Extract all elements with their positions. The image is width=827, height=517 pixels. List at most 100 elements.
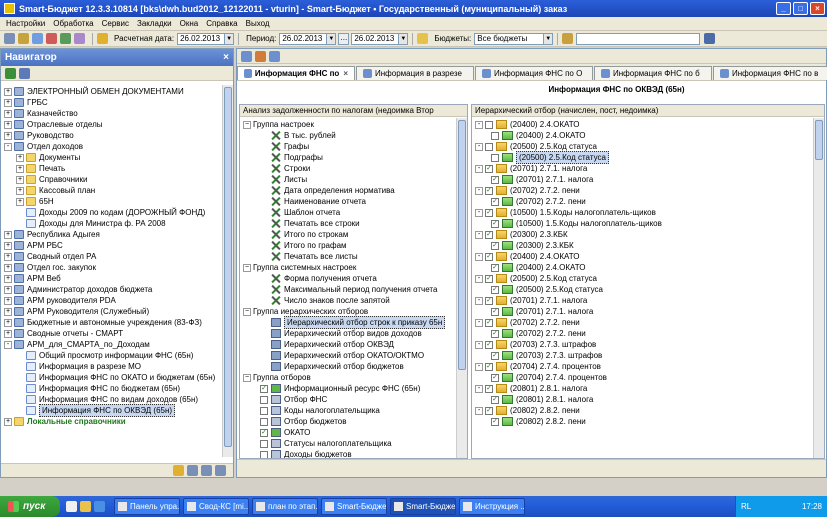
search-input[interactable]: [576, 32, 701, 45]
checkbox[interactable]: ✓: [491, 197, 499, 206]
period-picker-button[interactable]: ...: [338, 32, 350, 45]
binoculars-icon[interactable]: [704, 33, 716, 44]
collapse-icon[interactable]: −: [243, 307, 251, 316]
hierarchy-item[interactable]: - ✓ (20703) 2.7.3. штрафов: [472, 339, 813, 350]
calc-date-dropdown[interactable]: ▼: [225, 32, 235, 45]
tree-item[interactable]: + АРМ Руководителя (Служебный): [1, 306, 221, 317]
settings-item[interactable]: Иерархический отбор строк к приказу 65н: [240, 316, 456, 329]
minimize-button[interactable]: _: [776, 2, 791, 15]
grid-icon[interactable]: [215, 465, 226, 476]
settings-item[interactable]: Дата определения норматива: [240, 185, 456, 196]
checkbox[interactable]: ✓: [491, 175, 499, 184]
tree-item[interactable]: + Локальные справочники: [1, 416, 221, 427]
hierarchy-item[interactable]: - ✓ (20300) 2.3.КБК: [472, 229, 813, 240]
budgets-select[interactable]: Все бюджеты: [474, 32, 545, 45]
document-icon[interactable]: [32, 33, 43, 44]
menu-windows[interactable]: Окна: [180, 19, 199, 28]
settings-item[interactable]: Итого по строкам: [240, 229, 456, 240]
tree-item[interactable]: + ГРБС: [1, 97, 221, 108]
tree-item[interactable]: Информация ФНС по ОКВЭД (65н): [1, 404, 221, 417]
budgets-dropdown[interactable]: ▼: [544, 32, 554, 45]
list-icon[interactable]: [201, 465, 212, 476]
settings-item[interactable]: Печатать все строки: [240, 218, 456, 229]
hierarchy-item[interactable]: - ✓ (10500) 1.5.Коды налогоплатель-щиков: [472, 207, 813, 218]
settings-item[interactable]: Доходы бюджетов: [240, 449, 456, 458]
settings-item[interactable]: Итого по графам: [240, 240, 456, 251]
settings-item[interactable]: Иерархический отбор ОКАТО/ОКТМО: [240, 350, 456, 361]
settings-item[interactable]: Форма получения отчета: [240, 273, 456, 284]
checkbox[interactable]: ✓: [260, 384, 268, 393]
expand-icon[interactable]: +: [4, 98, 12, 107]
checkbox[interactable]: ✓: [491, 395, 499, 404]
period-from-dropdown[interactable]: ▼: [327, 32, 337, 45]
menu-exit[interactable]: Выход: [246, 19, 270, 28]
collapse-icon[interactable]: -: [475, 208, 483, 217]
checkbox[interactable]: [260, 406, 268, 415]
expand-icon[interactable]: +: [4, 109, 12, 118]
checkbox[interactable]: [260, 417, 268, 426]
checkbox[interactable]: [485, 142, 493, 151]
hierarchy-item[interactable]: - ✓ (20500) 2.5.Код статуса: [472, 273, 813, 284]
collapse-icon[interactable]: -: [4, 340, 12, 349]
menu-bookmarks[interactable]: Закладки: [137, 19, 172, 28]
tree-item[interactable]: - АРМ_для_СМАРТА_по_Доходам: [1, 339, 221, 350]
checkbox[interactable]: ✓: [485, 362, 493, 371]
hierarchy-item[interactable]: ✓ (20701) 2.7.1. налога: [472, 306, 813, 317]
tools-icon[interactable]: [4, 33, 15, 44]
settings-item[interactable]: Шаблон отчета: [240, 207, 456, 218]
navigator-scrollbar[interactable]: [222, 85, 233, 457]
hierarchy-item[interactable]: ✓ (20704) 2.7.4. процентов: [472, 372, 813, 383]
settings-group[interactable]: − Группа системных настроек: [240, 262, 456, 273]
checkbox[interactable]: ✓: [485, 230, 493, 239]
collapse-icon[interactable]: -: [475, 252, 483, 261]
settings-item[interactable]: Коды налогоплательщика: [240, 405, 456, 416]
collapse-icon[interactable]: −: [243, 263, 251, 272]
settings-item[interactable]: Отбор ФНС: [240, 394, 456, 405]
settings-item[interactable]: Подграфы: [240, 152, 456, 163]
checkbox[interactable]: ✓: [485, 208, 493, 217]
checkbox[interactable]: ✓: [485, 406, 493, 415]
tree-item[interactable]: Информация ФНС по ОКАТО и бюджетам (65н): [1, 372, 221, 383]
collapse-icon[interactable]: -: [475, 274, 483, 283]
hierarchy-item[interactable]: ✓ (20703) 2.7.3. штрафов: [472, 350, 813, 361]
checkbox[interactable]: [491, 153, 499, 162]
settings-item[interactable]: Максимальный период получения отчета: [240, 284, 456, 295]
checkbox[interactable]: ✓: [491, 373, 499, 382]
hierarchy-item[interactable]: - ✓ (20701) 2.7.1. налога: [472, 163, 813, 174]
settings-item[interactable]: Графы: [240, 141, 456, 152]
hierarchy-item[interactable]: ✓ (20300) 2.3.КБК: [472, 240, 813, 251]
taskbar-button[interactable]: Панель упра...: [114, 498, 180, 515]
period-from-field[interactable]: 26.02.2013: [279, 32, 328, 45]
settings-item[interactable]: Иерархический отбор бюджетов: [240, 361, 456, 372]
scrollbar-thumb[interactable]: [458, 120, 466, 370]
report-tab[interactable]: Информация в разрезе: [356, 66, 474, 80]
expand-icon[interactable]: +: [4, 230, 12, 239]
tree-item[interactable]: + Сводный отдел РА: [1, 251, 221, 262]
period-to-dropdown[interactable]: ▼: [399, 32, 409, 45]
collapse-icon[interactable]: -: [475, 186, 483, 195]
hierarchy-item[interactable]: ✓ (20702) 2.7.2. пени: [472, 328, 813, 339]
scrollbar-thumb[interactable]: [224, 87, 232, 447]
hierarchy-item[interactable]: ✓ (20400) 2.4.ОКАТО: [472, 262, 813, 273]
collapse-icon[interactable]: -: [475, 142, 483, 151]
settings-item[interactable]: В тыс. рублей: [240, 130, 456, 141]
language-indicator[interactable]: RL: [741, 502, 751, 511]
collapse-icon[interactable]: −: [243, 120, 251, 129]
settings-scrollbar[interactable]: [456, 118, 467, 458]
expand-icon[interactable]: +: [4, 296, 12, 305]
period-to-field[interactable]: 26.02.2013: [351, 32, 400, 45]
checkbox[interactable]: ✓: [485, 274, 493, 283]
checkbox[interactable]: ✓: [485, 340, 493, 349]
browser-icon[interactable]: [94, 501, 105, 512]
collapse-icon[interactable]: -: [475, 120, 483, 129]
report-tab[interactable]: Информация ФНС по б: [594, 66, 712, 80]
checkbox[interactable]: ✓: [491, 329, 499, 338]
settings-item[interactable]: Печатать все листы: [240, 251, 456, 262]
checkbox[interactable]: ✓: [491, 219, 499, 228]
collapse-icon[interactable]: -: [475, 340, 483, 349]
report-tab[interactable]: Информация ФНС по ×: [237, 66, 355, 80]
tree-item[interactable]: + Справочники: [1, 174, 221, 185]
tree-item[interactable]: + Отдел гос. закупок: [1, 262, 221, 273]
expand-icon[interactable]: +: [16, 186, 24, 195]
tree-item[interactable]: + Отраслевые отделы: [1, 119, 221, 130]
